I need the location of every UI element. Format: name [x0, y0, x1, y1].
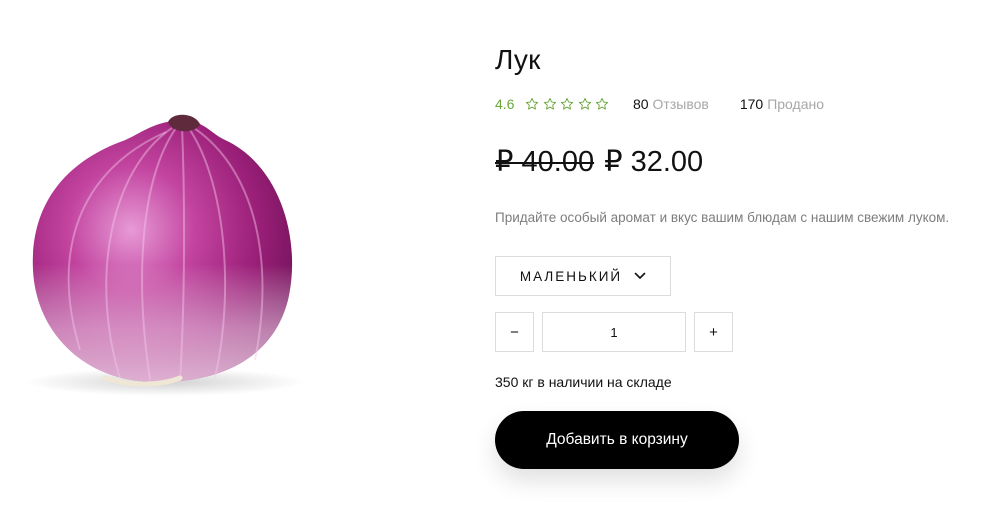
- product-image: [0, 0, 330, 520]
- quantity-input[interactable]: [542, 312, 686, 352]
- size-select[interactable]: МАЛЕНЬКИЙ: [495, 256, 671, 296]
- reviews-label: Отзывов: [652, 96, 709, 112]
- sold-count: 170 Продано: [740, 96, 824, 112]
- stock-status: 350 кг в наличии на складе: [495, 374, 672, 390]
- star-outline-icon: [596, 97, 609, 110]
- decrement-quantity-button[interactable]: −: [495, 312, 534, 352]
- product-meta: 4.6 80 Отзывов 170 Продано: [495, 96, 824, 112]
- rating-value: 4.6: [495, 96, 515, 112]
- price: ₽ 40.00 ₽ 32.00: [495, 144, 703, 179]
- current-price: ₽ 32.00: [604, 146, 704, 178]
- add-to-cart-button[interactable]: Добавить в корзину: [495, 411, 739, 469]
- product-title: Лук: [495, 44, 541, 75]
- size-select-value: МАЛЕНЬКИЙ: [519, 268, 623, 284]
- chevron-down-icon: [634, 272, 646, 279]
- product-page: Лук 4.6 80 Отзывов 170 Продано ₽ 40.00 ₽…: [0, 0, 1006, 520]
- star-outline-icon: [543, 97, 557, 110]
- red-onion-image: [25, 114, 305, 396]
- rating-stars: [525, 97, 613, 111]
- sold-number: 170: [739, 96, 764, 112]
- old-price: ₽ 40.00: [495, 146, 595, 178]
- reviews-number: 80: [632, 96, 649, 112]
- reviews-count[interactable]: 80 Отзывов: [633, 96, 709, 112]
- product-description: Придайте особый аромат и вкус вашим блюд…: [495, 210, 950, 225]
- star-outline-icon: [561, 97, 574, 110]
- star-outline-icon: [526, 97, 539, 110]
- increment-quantity-button[interactable]: +: [694, 312, 733, 352]
- sold-label: Продано: [767, 96, 825, 112]
- star-outline-icon: [578, 97, 592, 110]
